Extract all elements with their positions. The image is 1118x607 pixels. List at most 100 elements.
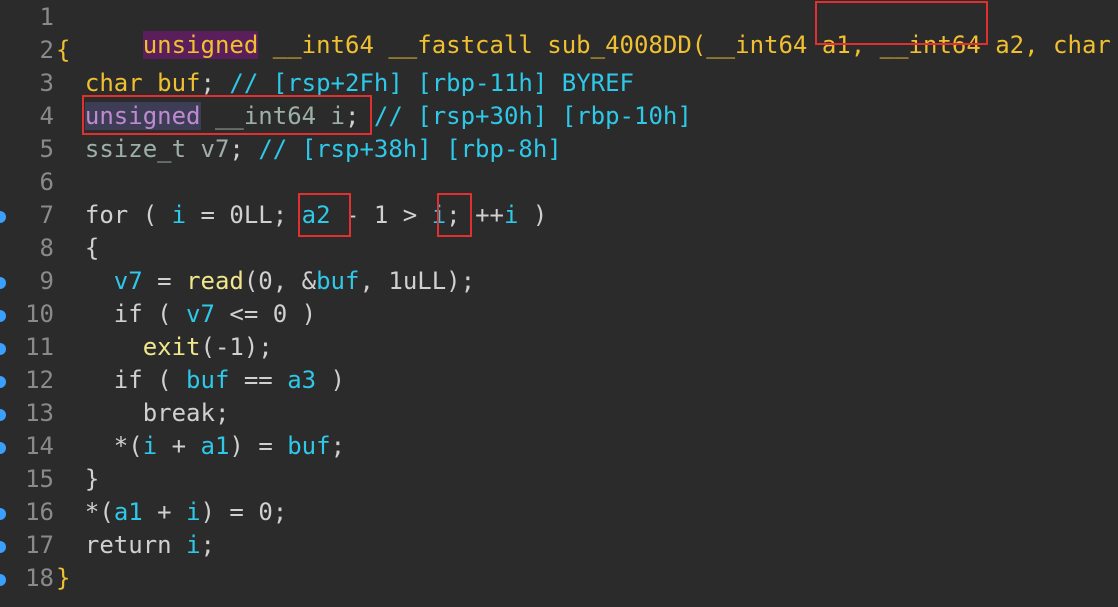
code-line-10[interactable]: 10 if ( v7 <= 0 ) (0, 299, 1118, 332)
token: buf (186, 366, 230, 394)
gutter[interactable]: 15 (0, 464, 56, 497)
gutter[interactable]: 8 (0, 233, 56, 266)
token: , 1uLL); (359, 267, 476, 295)
token: buf (287, 432, 331, 460)
token: unsigned (84, 102, 201, 130)
gutter[interactable]: 11 (0, 332, 56, 365)
gutter[interactable]: 14 (0, 431, 56, 464)
gutter[interactable]: 12 (0, 365, 56, 398)
gutter[interactable]: 18 (0, 563, 56, 596)
code-line-5[interactable]: 5 ssize_t v7; // [rsp+38h] [rbp-8h] (0, 134, 1118, 167)
token: = (142, 267, 187, 295)
code-line-2[interactable]: 2 { (0, 35, 1118, 68)
token: if ( (113, 300, 187, 328)
breakpoint-icon[interactable] (0, 376, 6, 388)
breakpoint-icon[interactable] (0, 442, 6, 454)
line-number: 3 (39, 69, 54, 97)
code-editor[interactable]: 1 unsigned __int64 __fastcall sub_4008DD… (0, 0, 1118, 607)
code-line-12[interactable]: 12 if ( buf == a3 ) (0, 365, 1118, 398)
gutter[interactable]: 3 (0, 68, 56, 101)
token: a2 (301, 201, 331, 229)
token: i (186, 498, 201, 526)
breakpoint-icon[interactable] (0, 343, 6, 355)
token: *( (113, 432, 143, 460)
gutter[interactable]: 16 (0, 497, 56, 530)
code-line-16[interactable]: 16 *(a1 + i) = 0; (0, 497, 1118, 530)
breakpoint-icon[interactable] (0, 310, 6, 322)
line-number: 10 (25, 300, 54, 328)
code-line-15[interactable]: 15 } (0, 464, 1118, 497)
breakpoint-icon[interactable] (0, 508, 6, 520)
breakpoint-icon[interactable] (0, 277, 6, 289)
code-line-18[interactable]: 18 } (0, 563, 1118, 596)
token: } (84, 465, 100, 493)
token: i (431, 201, 447, 229)
code-line-7[interactable]: 7 for ( i = 0LL; a2 - 1 > i; ++i ) (0, 200, 1118, 233)
gutter[interactable]: 1 (0, 2, 56, 35)
breakpoint-icon[interactable] (0, 409, 6, 421)
code-line-13[interactable]: 13 break; (0, 398, 1118, 431)
gutter[interactable]: 4 (0, 101, 56, 134)
line-number: 4 (39, 102, 54, 130)
token: <= 0 ) (214, 300, 317, 328)
token: == (229, 366, 288, 394)
gutter[interactable]: 5 (0, 134, 56, 167)
token: i (186, 531, 201, 559)
token: ssize_t v7 (84, 135, 230, 163)
gutter[interactable]: 9 (0, 266, 56, 299)
gutter[interactable]: 6 (0, 167, 56, 200)
line-number: 15 (25, 465, 54, 493)
token: (-1); (200, 333, 273, 361)
line-number: 16 (25, 498, 54, 526)
line-number: 8 (39, 234, 54, 262)
token: v7 (186, 300, 215, 328)
line-number: 1 (39, 3, 54, 31)
code-line-3[interactable]: 3 char buf; // [rsp+2Fh] [rbp-11h] BYREF (0, 68, 1118, 101)
token: ) (518, 201, 548, 229)
gutter[interactable]: 10 (0, 299, 56, 332)
gutter[interactable]: 2 (0, 35, 56, 68)
token: ; (200, 531, 215, 559)
code-line-14[interactable]: 14 *(i + a1) = buf; (0, 431, 1118, 464)
token: ) = (229, 432, 288, 460)
line-number: 13 (25, 399, 54, 427)
code-line-9[interactable]: 9 v7 = read(0, &buf, 1uLL); (0, 266, 1118, 299)
token: *( (84, 498, 114, 526)
code-line-6[interactable]: 6 (0, 167, 1118, 200)
comment: // [rsp+38h] [rbp-8h] (258, 135, 562, 163)
comment: // [rsp+30h] [rbp-10h] (359, 102, 692, 130)
token: i (142, 432, 158, 460)
code-line-1[interactable]: 1 unsigned __int64 __fastcall sub_4008DD… (0, 2, 1118, 59)
token: ) (316, 366, 346, 394)
code-line-11[interactable]: 11 exit(-1); (0, 332, 1118, 365)
gutter[interactable]: 13 (0, 398, 56, 431)
token: buf (316, 267, 360, 295)
code-line-8[interactable]: 8 { (0, 233, 1118, 266)
token: = 0LL; (186, 201, 302, 229)
token: i (503, 201, 519, 229)
token: return (84, 531, 187, 559)
breakpoint-icon[interactable] (0, 541, 6, 553)
code-line-17[interactable]: 17 return i; (0, 530, 1118, 563)
token: i (171, 201, 187, 229)
token: ; (200, 69, 230, 97)
token: v7 (113, 267, 143, 295)
token: ; (330, 432, 346, 460)
line-number: 18 (25, 564, 54, 592)
gutter[interactable]: 17 (0, 530, 56, 563)
token: break; (142, 399, 230, 427)
line-number: 5 (39, 135, 54, 163)
line-number: 9 (39, 267, 54, 295)
breakpoint-icon[interactable] (0, 211, 6, 223)
line-number: 11 (25, 333, 54, 361)
token: ; ++ (446, 201, 504, 229)
token: char buf (84, 69, 201, 97)
breakpoint-icon[interactable] (0, 574, 6, 586)
gutter[interactable]: 7 (0, 200, 56, 233)
token: ; (229, 135, 259, 163)
code-line-4[interactable]: 4 unsigned __int64 i; // [rsp+30h] [rbp-… (0, 101, 1118, 134)
line-number: 6 (39, 168, 54, 196)
token: - 1 > (330, 201, 432, 229)
token: + (142, 498, 187, 526)
